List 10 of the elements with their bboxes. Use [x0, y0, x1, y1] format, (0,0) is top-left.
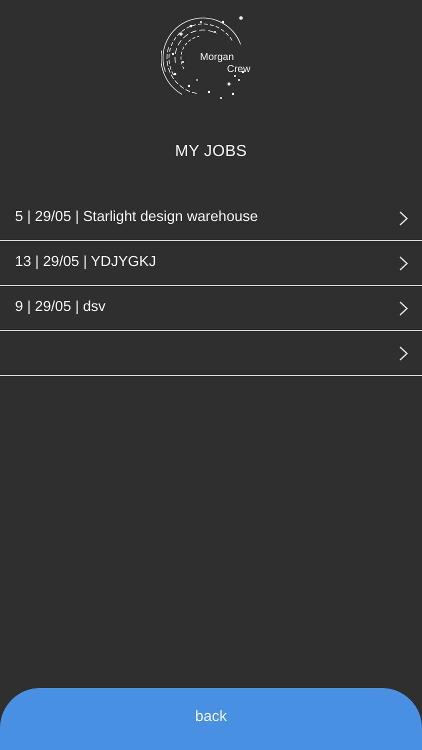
chevron-right-icon	[399, 256, 408, 270]
job-row[interactable]: 5 | 29/05 | Starlight design warehouse	[0, 196, 422, 241]
chevron-right-icon	[399, 300, 408, 316]
job-row[interactable]: 13 | 29/05 | YDJYGKJ	[0, 241, 422, 286]
logo-text: Crew	[227, 64, 250, 75]
chevron-right-icon	[399, 346, 408, 360]
job-row[interactable]: 9 | 29/05 | dsv	[0, 286, 422, 331]
logo-text: Morgan	[200, 52, 234, 63]
chevron-right-icon	[399, 210, 408, 226]
page-title: MY JOBS	[174, 142, 248, 162]
